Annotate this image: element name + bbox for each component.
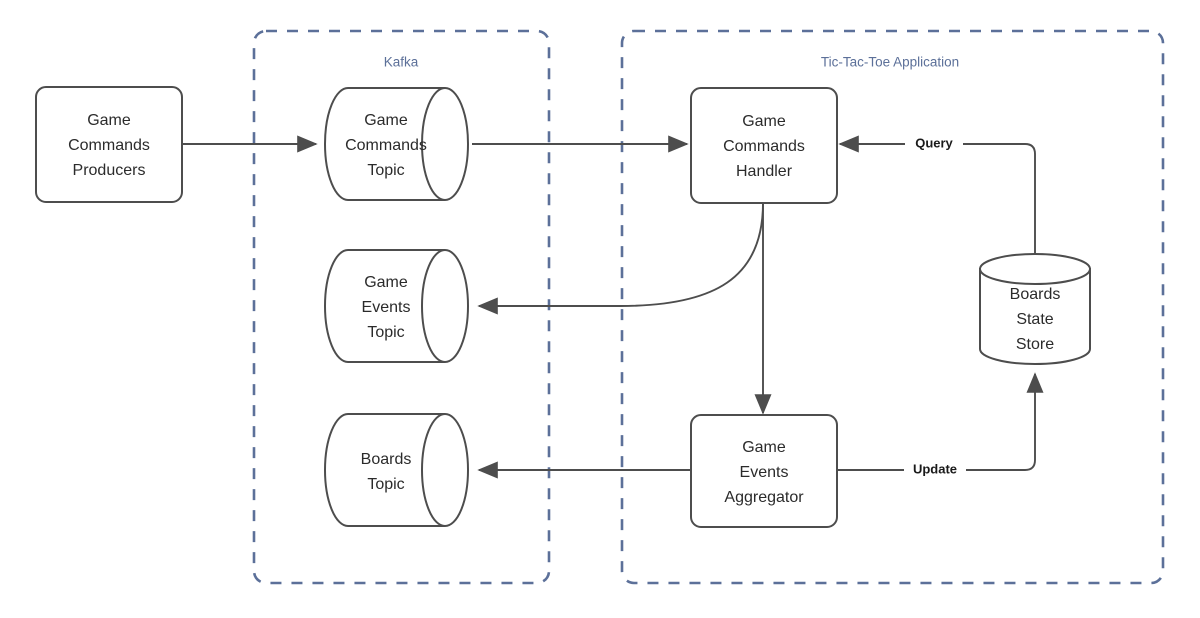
boards-topic-line-2: Topic (367, 476, 404, 493)
boards-topic-line-1: Boards (361, 451, 412, 468)
diagram-canvas: Kafka Tic-Tac-Toe Application Update Que… (35, 29, 1165, 585)
node-game-commands-producers[interactable]: Game Commands Producers (35, 86, 183, 203)
game-commands-handler-line-2: Commands (723, 138, 805, 155)
node-game-events-topic[interactable]: Game Events Topic (324, 249, 469, 363)
group-kafka-label: Kafka (384, 55, 419, 70)
edge-state-store-to-handler: Query (838, 135, 1036, 255)
game-commands-topic-line-3: Topic (367, 162, 404, 179)
group-app-label: Tic-Tac-Toe Application (821, 55, 959, 70)
node-boards-topic[interactable]: Boards Topic (324, 413, 469, 527)
edge-label-query: Query (915, 135, 953, 150)
boards-state-store-line-1: Boards (1010, 286, 1061, 303)
game-commands-handler-line-3: Handler (736, 163, 793, 180)
edge-label-update: Update (913, 461, 957, 476)
game-commands-producers-line-1: Game (87, 112, 131, 129)
edge-aggregator-to-state-store: Update (838, 372, 1044, 479)
game-commands-producers-line-3: Producers (73, 162, 146, 179)
game-events-topic-line-3: Topic (367, 324, 404, 341)
game-events-topic-line-1: Game (364, 274, 408, 291)
game-commands-topic-line-1: Game (364, 112, 408, 129)
node-game-commands-handler[interactable]: Game Commands Handler (690, 87, 838, 204)
game-commands-producers-line-2: Commands (68, 137, 150, 154)
game-commands-handler-line-1: Game (742, 113, 786, 130)
boards-state-store-line-2: State (1016, 311, 1053, 328)
architecture-diagram: Kafka Tic-Tac-Toe Application Update Que… (0, 0, 1200, 618)
game-events-aggregator-line-1: Game (742, 439, 786, 456)
boards-state-store-line-3: Store (1016, 336, 1054, 353)
node-game-commands-topic[interactable]: Game Commands Topic (324, 87, 469, 201)
node-game-events-aggregator[interactable]: Game Events Aggregator (690, 414, 838, 528)
game-commands-topic-line-2: Commands (345, 137, 427, 154)
node-boards-state-store[interactable]: Boards State Store (979, 253, 1091, 365)
boards-state-store-top (979, 253, 1091, 285)
game-events-topic-line-2: Events (362, 299, 411, 316)
game-events-aggregator-line-3: Aggregator (724, 489, 804, 506)
game-events-aggregator-line-2: Events (740, 464, 789, 481)
boards-topic-body[interactable] (324, 413, 469, 527)
